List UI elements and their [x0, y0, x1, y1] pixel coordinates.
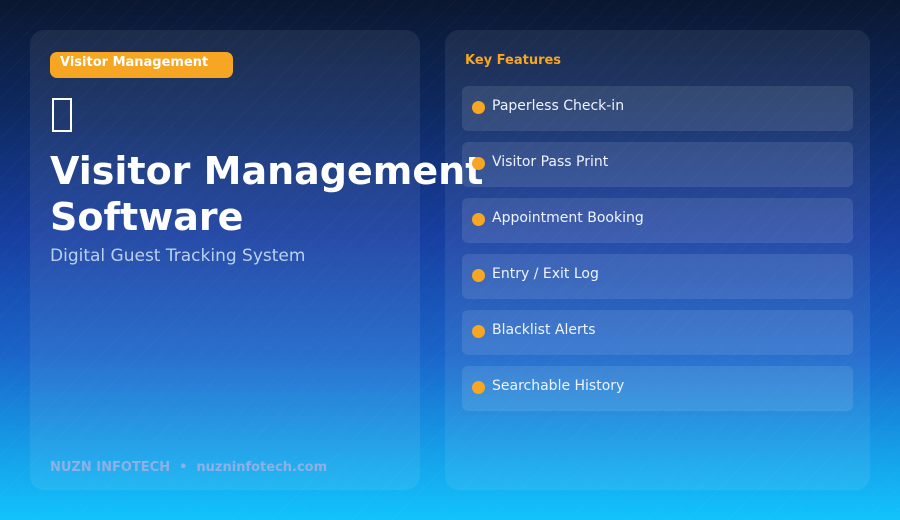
feature-label: Entry / Exit Log — [492, 266, 599, 282]
feature-label: Appointment Booking — [492, 210, 644, 226]
bullet-icon — [472, 101, 485, 114]
bullet-icon — [472, 325, 485, 338]
feature-item: Blacklist Alerts — [462, 310, 853, 355]
feature-item: Searchable History — [462, 366, 853, 411]
company-name: NUZN INFOTECH — [50, 460, 171, 475]
feature-label: Visitor Pass Print — [492, 154, 609, 170]
footer: NUZN INFOTECH • nuzninfotech.com — [50, 460, 327, 475]
category-badge: Visitor Management — [50, 52, 233, 78]
bullet-icon — [472, 213, 485, 226]
feature-list: Paperless Check-in Visitor Pass Print Ap… — [462, 86, 853, 422]
bullet-icon — [472, 269, 485, 282]
footer-separator: • — [179, 460, 188, 475]
feature-label: Paperless Check-in — [492, 98, 625, 114]
feature-label: Searchable History — [492, 378, 625, 394]
feature-item: Visitor Pass Print — [462, 142, 853, 187]
bullet-icon — [472, 381, 485, 394]
missing-glyph-icon — [52, 98, 72, 132]
hero-card: Visitor Management Visitor Management So… — [30, 30, 483, 490]
features-card: Key Features Paperless Check-in Visitor … — [445, 30, 870, 490]
features-heading: Key Features — [465, 53, 562, 68]
page-subtitle: Digital Guest Tracking System — [50, 246, 306, 266]
feature-label: Blacklist Alerts — [492, 322, 596, 338]
website-link[interactable]: nuzninfotech.com — [196, 460, 327, 475]
feature-item: Paperless Check-in — [462, 86, 853, 131]
bullet-icon — [472, 157, 485, 170]
feature-item: Entry / Exit Log — [462, 254, 853, 299]
page-title: Visitor Management Software — [50, 149, 484, 239]
feature-item: Appointment Booking — [462, 198, 853, 243]
